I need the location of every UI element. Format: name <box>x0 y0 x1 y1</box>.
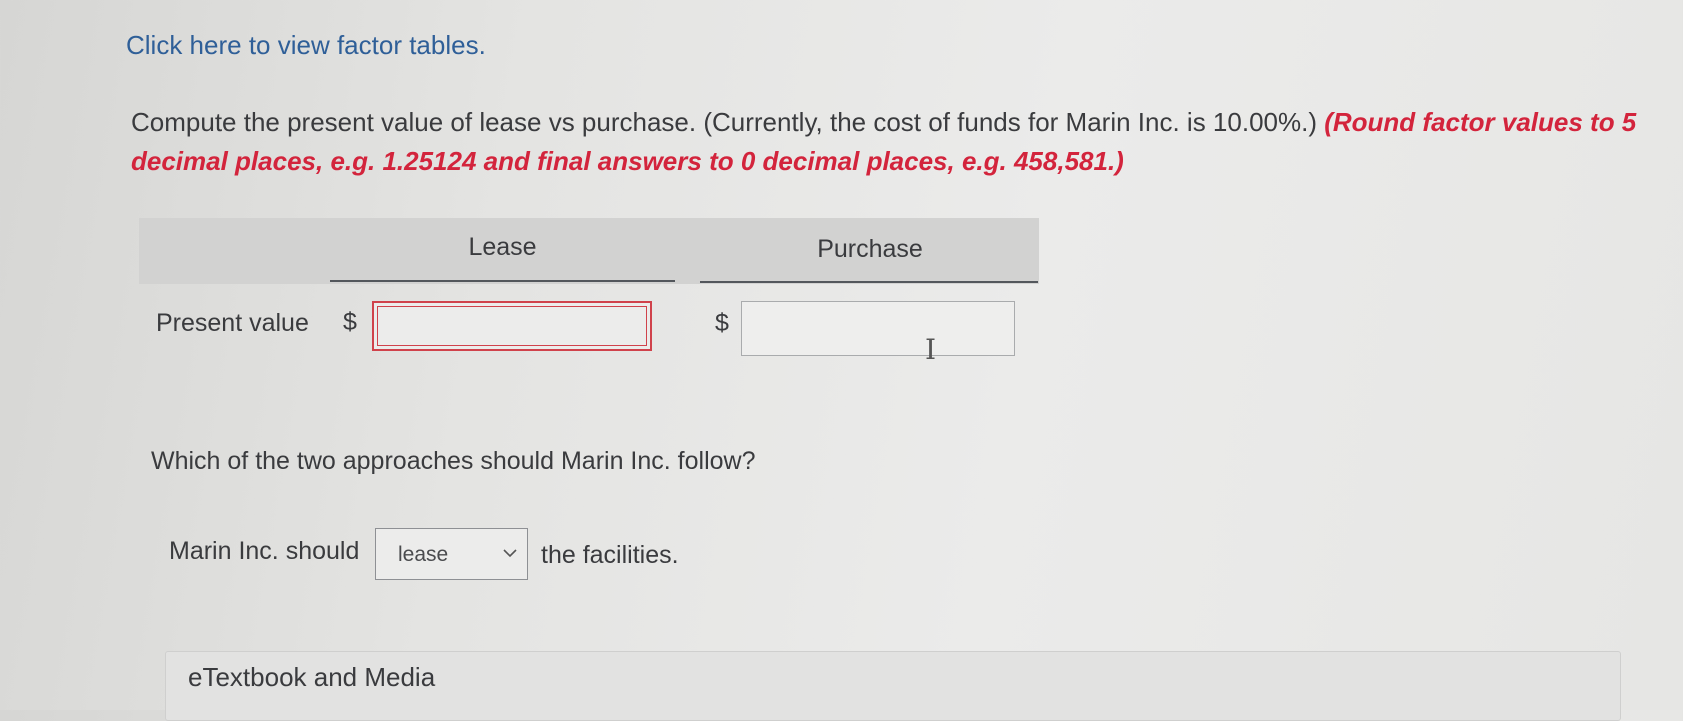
approach-select-value[interactable]: lease <box>398 543 448 567</box>
question-main: Compute the present value of lease vs pu… <box>131 107 1325 137</box>
column-header-purchase: Purchase <box>817 235 923 263</box>
etextbook-label[interactable]: eTextbook and Media <box>188 662 435 693</box>
chevron-down-icon[interactable] <box>503 545 517 563</box>
purchase-currency-symbol: $ <box>715 309 729 337</box>
column-header-lease: Lease <box>468 233 537 261</box>
answer-suffix: the facilities. <box>541 541 679 569</box>
present-value-label: Present value <box>156 309 309 337</box>
question-text: Compute the present value of lease vs pu… <box>131 103 1671 181</box>
answer-prefix: Marin Inc. should <box>169 537 360 565</box>
factor-tables-link[interactable]: Click here to view factor tables. <box>126 30 486 61</box>
purchase-present-value-input[interactable] <box>741 301 1015 356</box>
followup-question: Which of the two approaches should Marin… <box>151 447 756 475</box>
lease-currency-symbol: $ <box>343 308 357 336</box>
lease-header-underline <box>330 280 675 282</box>
purchase-header-underline <box>700 281 1038 283</box>
lease-present-value-input[interactable] <box>372 301 652 351</box>
text-cursor-icon: I <box>925 333 937 366</box>
